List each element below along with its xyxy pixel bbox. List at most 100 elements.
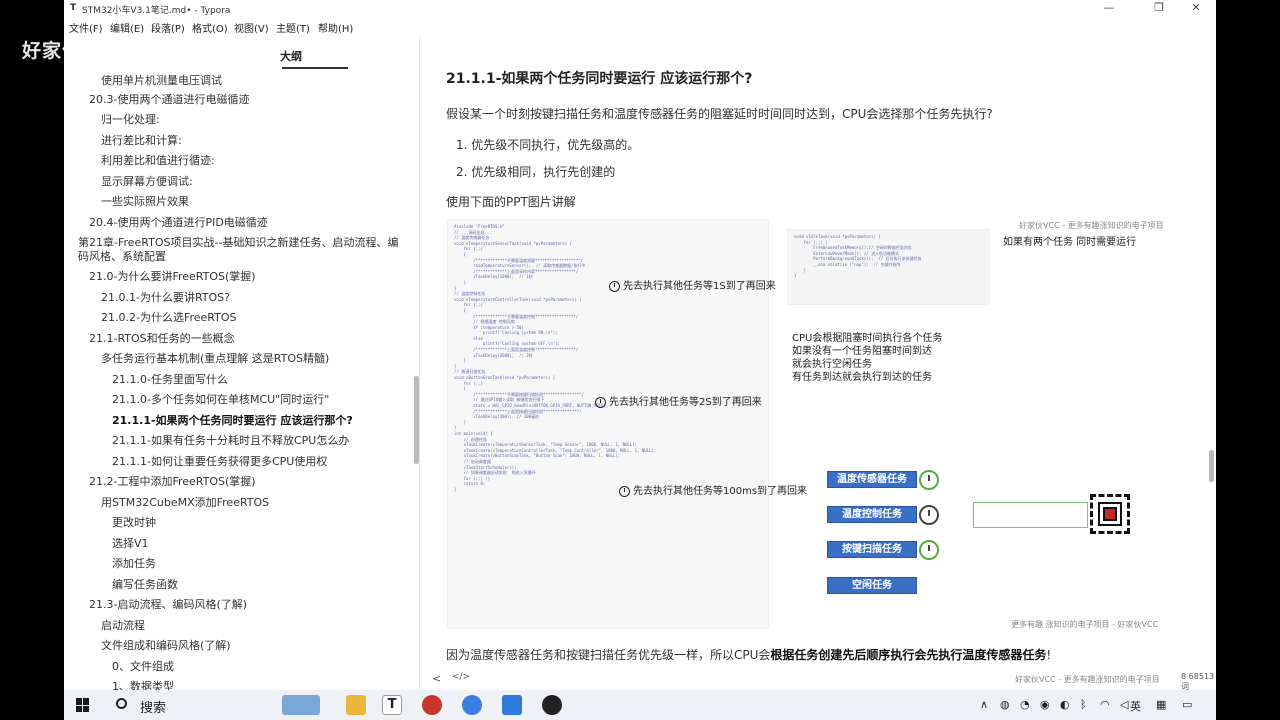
typora-window: T STM32小车V3.1笔记.md• - Typora — ❐ ✕ 文件(F)… (64, 0, 1216, 692)
outline-item[interactable]: 选择V1 (112, 537, 149, 551)
outline-item[interactable]: 编写任务函数 (112, 578, 178, 592)
ime-indicator[interactable]: 英 (1130, 698, 1141, 714)
outline-list: 使用单片机测量电压调试 20.3-使用两个通道进行电磁循迹 归一化处理: 进行差… (64, 72, 419, 690)
wifi-icon[interactable]: ◠ (1100, 698, 1110, 711)
tray-icon[interactable]: ◉ (1040, 698, 1050, 711)
taskbar: 搜索 T ∧ ◍ ◔ ◉ ◐ ᛒ ◠ ◁ 英 ▦ ▭ (64, 690, 1216, 720)
alarm-clock-green-icon (919, 470, 939, 490)
clock-region[interactable]: ▭ (1182, 698, 1192, 711)
tray-icon[interactable]: ◍ (1000, 698, 1010, 711)
cpu-explain-line: 有任务到达就会执行到达的任务 (792, 372, 932, 383)
ppt-intro-paragraph: 使用下面的PPT图片讲解 (446, 195, 576, 209)
outline-item[interactable]: 一些实际照片效果 (101, 195, 189, 209)
tray-icon[interactable]: ◔ (1020, 698, 1030, 711)
outline-item[interactable]: 20.3-使用两个通道进行电磁循迹 (89, 93, 249, 107)
outline-item[interactable]: 多任务运行基本机制(重点理解 这是RTOS精髓) (101, 352, 329, 366)
editor-scrollbar[interactable] (1209, 450, 1214, 482)
alarm-clock-icon (595, 396, 606, 408)
typora-taskbar-icon[interactable]: T (382, 695, 402, 715)
outline-item[interactable]: 21.0.2-为什么选FreeRTOS (101, 311, 237, 325)
sidebar-scrollbar[interactable] (414, 376, 419, 464)
ppt-slide-image: #include "FreeRTOS.h"// ...源码出处...// 温度传… (447, 219, 1187, 631)
menu-theme[interactable]: 主题(T) (276, 20, 310, 35)
task-temp-control: 温度控制任务 (827, 506, 917, 523)
widget-icon[interactable] (282, 695, 320, 715)
outline-item-chapter[interactable]: 第21章-FreeRTOS项目实战--基础知识之新建任务、启动流程、编码风格、系… (78, 236, 408, 264)
search-label: 搜索 (140, 701, 167, 716)
outline-item[interactable]: 21.1.0-多个任务如何在单核MCU"同时运行" (112, 393, 329, 407)
outline-item[interactable]: 21.0-为什么要讲FreeRTOS(掌握) (89, 270, 256, 284)
bluetooth-icon[interactable]: ᛒ (1080, 698, 1087, 711)
maximize-button[interactable]: ❐ (1144, 1, 1174, 14)
close-button[interactable]: ✕ (1181, 1, 1211, 14)
tab-outline[interactable]: 大纲 (280, 48, 302, 64)
alarm-clock-icon (919, 505, 939, 525)
delay-note-2s: 先去执行其他任务等2S到了再回来 (595, 393, 762, 408)
taskbar-search[interactable]: 搜索 (108, 690, 268, 720)
alarm-clock-icon (619, 485, 630, 497)
outline-item[interactable]: 0、文件组成 (112, 660, 174, 674)
outline-item[interactable]: 21.3-启动流程、编码风格(了解) (89, 598, 247, 612)
section-heading: 21.1.1-如果两个任务同时要运行 应该运行那个? (446, 71, 753, 87)
outline-item-active[interactable]: 21.1.1-如果两个任务同时要运行 应该运行那个? (112, 414, 353, 428)
alarm-clock-green-icon (919, 540, 939, 560)
status-bar: < </> 好家伙VCC - 更多有趣涨知识的电子项目 8 68513 词 (421, 668, 1216, 692)
delay-note-100ms: 先去执行其他任务等100ms到了再回来 (619, 482, 807, 497)
volume-icon[interactable]: ◁ (1120, 698, 1128, 711)
list-item: 2. 优先级相同，执行先创建的 (456, 165, 616, 179)
cpu-chip-icon (1090, 494, 1130, 534)
minimize-button[interactable]: — (1094, 1, 1124, 14)
conclusion-paragraph: 因为温度传感器任务和按键扫描任务优先级一样，所以CPU会根据任务创建先后顺序执行… (446, 648, 1052, 662)
obs-icon[interactable] (542, 695, 562, 715)
outline-item[interactable]: 21.1-RTOS和任务的一些概念 (89, 332, 235, 346)
menu-help[interactable]: 帮助(H) (318, 20, 353, 35)
outline-item[interactable]: 20.4-使用两个通道进行PID电磁循迹 (89, 216, 268, 230)
list-item-text: 优先级相同，执行先创建的 (471, 165, 616, 179)
delay-note-1s: 先去执行其他任务等1S到了再回来 (609, 277, 776, 292)
sidebar-tabs: 大纲 (64, 36, 419, 72)
alarm-clock-icon (609, 280, 620, 292)
tray-icon[interactable]: ◐ (1060, 698, 1070, 711)
editor-pane: 21.1.1-如果两个任务同时要运行 应该运行那个? 假设某一个时刻按键扫描任务… (421, 36, 1216, 692)
question-paragraph: 假设某一个时刻按键扫描任务和温度传感器任务的阻塞延时时间同时达到，CPU会选择那… (446, 107, 993, 121)
file-explorer-icon[interactable] (346, 695, 366, 715)
status-watermark: 好家伙VCC - 更多有趣涨知识的电子项目 (1015, 675, 1160, 684)
keyboard-icon[interactable]: ▦ (1156, 698, 1166, 711)
outline-item[interactable]: 1、数据类型 (112, 680, 174, 690)
outline-item[interactable]: 利用差比和值进行循迹: (101, 154, 215, 168)
task-idle: 空闲任务 (827, 577, 917, 594)
outline-item[interactable]: 添加任务 (112, 557, 156, 571)
menubar: 文件(F) 编辑(E) 段落(P) 格式(O) 视图(V) 主题(T) 帮助(H… (64, 18, 1216, 36)
menu-file[interactable]: 文件(F) (69, 20, 103, 35)
typora-app-icon: T (70, 3, 77, 13)
menu-paragraph[interactable]: 段落(P) (151, 20, 185, 35)
powerpoint-icon[interactable] (422, 695, 442, 715)
windows-start-icon[interactable] (76, 698, 90, 712)
outline-item[interactable]: 显示屏幕方便调试: (101, 175, 193, 189)
word-count[interactable]: 8 68513 词 (1181, 672, 1216, 692)
list-item: 1. 优先级不同执行，优先级高的。 (456, 138, 640, 152)
outline-item[interactable]: 用STM32CubeMX添加FreeRTOS (101, 496, 269, 510)
outline-item[interactable]: 21.0.1-为什么要讲RTOS? (101, 291, 230, 305)
outline-item[interactable]: 归一化处理: (101, 113, 160, 127)
outline-item[interactable]: 21.2-工程中添加FreeRTOS(掌握) (89, 475, 256, 489)
app-icon-blue[interactable] (462, 695, 482, 715)
search-icon (116, 698, 127, 709)
outline-item[interactable]: 21.1.0-任务里面写什么 (112, 373, 228, 387)
slide-watermark-top: 好家伙VCC - 更多有趣涨知识的电子项目 (1019, 221, 1164, 230)
outline-item[interactable]: 21.1.1-如果有任务十分耗时且不释放CPU怎么办 (112, 434, 349, 448)
tray-expand-icon[interactable]: ∧ (980, 698, 988, 711)
menu-view[interactable]: 视图(V) (234, 20, 269, 35)
desktop-screen: 好家伙VCC T STM32小车V3.1笔记.md• - Typora — ❐ … (0, 0, 1280, 720)
slide-title: 如果有两个任务 同时需要运行 (1003, 237, 1137, 248)
outline-item[interactable]: 21.1.1-如何让重要任务获得更多CPU使用权 (112, 455, 327, 469)
outline-item[interactable]: 文件组成和编码风格(了解) (101, 639, 231, 653)
back-arrow-icon[interactable]: < (432, 672, 441, 685)
menu-format[interactable]: 格式(O) (192, 20, 228, 35)
outline-item[interactable]: 使用单片机测量电压调试 (101, 74, 222, 88)
menu-edit[interactable]: 编辑(E) (110, 20, 144, 35)
outline-item[interactable]: 更改时钟 (112, 516, 156, 530)
source-code-toggle[interactable]: </> (452, 672, 470, 682)
outline-item[interactable]: 启动流程 (101, 619, 145, 633)
outline-item[interactable]: 进行差比和计算: (101, 134, 182, 148)
